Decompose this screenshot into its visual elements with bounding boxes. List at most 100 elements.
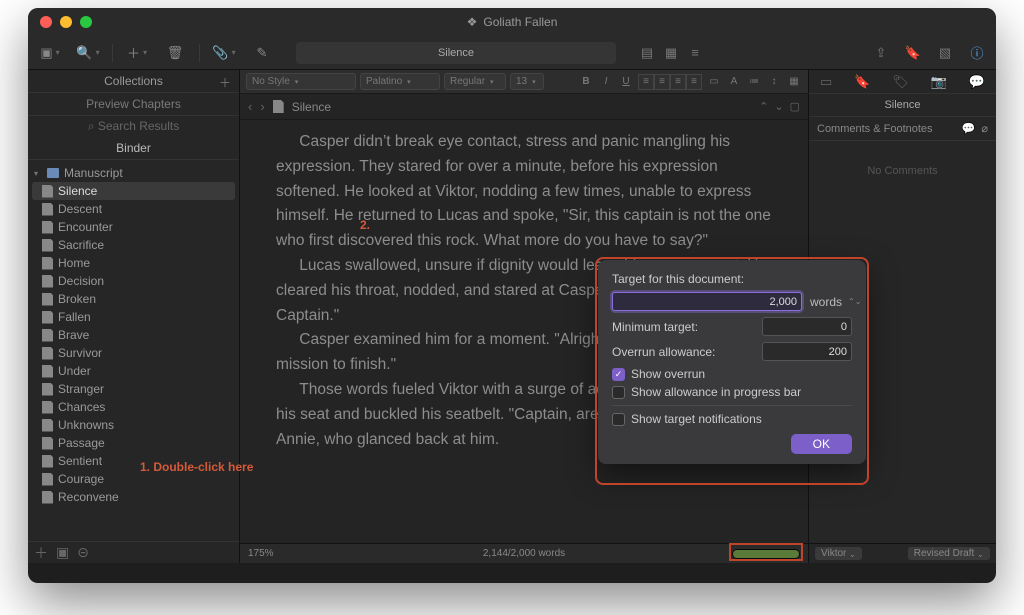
unit-select[interactable]: words xyxy=(810,295,852,309)
main-toolbar: ▣ 🔍 ＋ 🗑 📎 ✎ Silence ▤ ▦ ≡ ⇪ 🔖 ▧ ⓘ xyxy=(28,36,996,70)
underline-button[interactable]: U xyxy=(618,74,634,90)
min-target-input[interactable] xyxy=(762,317,852,336)
nav-back-button[interactable]: ‹ xyxy=(248,99,252,114)
split-button[interactable]: ▢ xyxy=(790,100,800,113)
inspector-toggle-icon[interactable]: ⓘ xyxy=(966,43,988,63)
target-input[interactable] xyxy=(612,292,802,311)
bookmarks-tab-icon[interactable]: 🔖 xyxy=(854,74,870,90)
view-outline-icon[interactable]: ≡ xyxy=(684,43,706,63)
binder-add-button[interactable]: ＋ xyxy=(34,543,48,563)
show-overrun-checkbox[interactable]: ✓Show overrun xyxy=(612,367,852,381)
tree-item[interactable]: Home xyxy=(28,254,239,272)
dialog-heading: Target for this document: xyxy=(612,272,852,286)
compose-button[interactable]: ✎ xyxy=(248,41,276,65)
editor-footer: 175% 2,144/2,000 words xyxy=(240,543,808,563)
inspector-doc-title: Silence xyxy=(809,94,996,117)
label-select[interactable]: Viktor xyxy=(815,547,862,560)
ok-button[interactable]: OK xyxy=(791,434,852,454)
view-mode-button[interactable]: ▣ xyxy=(36,41,64,65)
nav-up-button[interactable]: ⌃ xyxy=(759,100,768,113)
quick-search-pill[interactable]: Silence xyxy=(296,42,616,64)
image-icon[interactable]: ▧ xyxy=(934,43,956,63)
status-select[interactable]: Revised Draft xyxy=(908,547,990,560)
target-progress-bar[interactable] xyxy=(732,549,800,559)
highlight-button[interactable]: A xyxy=(726,74,742,90)
word-count[interactable]: 2,144/2,000 words xyxy=(483,548,565,559)
view-corkboard-icon[interactable]: ▦ xyxy=(660,43,682,63)
document-icon xyxy=(42,185,53,198)
app-doc-icon: ❖ xyxy=(467,15,478,29)
tree-item[interactable]: Unknowns xyxy=(28,416,239,434)
share-icon[interactable]: ⇪ xyxy=(870,43,892,63)
tree-item[interactable]: Reconvene xyxy=(28,488,239,506)
align-justify-button[interactable]: ≡ xyxy=(686,74,702,90)
metadata-tab-icon[interactable]: 🏷 xyxy=(892,74,909,90)
close-window-button[interactable] xyxy=(40,16,52,28)
size-select[interactable]: 13 xyxy=(510,73,544,90)
align-right-button[interactable]: ≡ xyxy=(670,74,686,90)
italic-button[interactable]: I xyxy=(598,74,614,90)
titlebar: ❖ Goliath Fallen xyxy=(28,8,996,36)
show-allowance-checkbox[interactable]: Show allowance in progress bar xyxy=(612,385,852,399)
tree-item[interactable]: Brave xyxy=(28,326,239,344)
tree-item[interactable]: Stranger xyxy=(28,380,239,398)
tree-item[interactable]: Silence xyxy=(32,182,235,200)
target-dialog: Target for this document: words Minimum … xyxy=(598,260,866,464)
document-icon xyxy=(273,100,284,113)
format-bar: No Style Palatino Regular 13 B I U ≡ ≡ ≡… xyxy=(240,70,808,94)
binder-folder-button[interactable]: ▣ xyxy=(56,544,69,561)
tree-item[interactable]: Under xyxy=(28,362,239,380)
tree-item[interactable]: Broken xyxy=(28,290,239,308)
tree-manuscript[interactable]: ▾Manuscript xyxy=(28,164,239,182)
overrun-input[interactable] xyxy=(762,342,852,361)
tree-item[interactable]: Decision xyxy=(28,272,239,290)
style-select[interactable]: No Style xyxy=(246,73,356,90)
align-left-button[interactable]: ≡ xyxy=(638,74,654,90)
search-button[interactable]: 🔍 xyxy=(74,41,102,65)
binder-tab-collections[interactable]: Collections xyxy=(104,74,163,88)
binder-gear-button[interactable]: ⊝ xyxy=(77,544,89,561)
add-button[interactable]: ＋ xyxy=(123,41,151,65)
table-button[interactable]: ▦ xyxy=(786,74,802,90)
tree-item[interactable]: Fallen xyxy=(28,308,239,326)
weight-select[interactable]: Regular xyxy=(444,73,506,90)
lists-button[interactable]: ≔ xyxy=(746,74,762,90)
binder-tree: ▾Manuscript Silence Descent Encounter Sa… xyxy=(28,160,239,541)
maximize-window-button[interactable] xyxy=(80,16,92,28)
tree-item[interactable]: Sentient xyxy=(28,452,239,470)
search-results-label[interactable]: Search Results xyxy=(98,119,179,133)
no-comments-label: No Comments xyxy=(867,165,937,543)
show-notifications-checkbox[interactable]: Show target notifications xyxy=(612,412,852,426)
footnote-toggle-icon[interactable]: ⌀ xyxy=(981,122,988,135)
snapshots-tab-icon[interactable]: 📷 xyxy=(931,74,947,90)
tree-item[interactable]: Sacrifice xyxy=(28,236,239,254)
align-center-button[interactable]: ≡ xyxy=(654,74,670,90)
font-select[interactable]: Palatino xyxy=(360,73,440,90)
binder-header: Binder xyxy=(28,137,239,160)
color-a-button[interactable]: ▭ xyxy=(706,74,722,90)
trash-button[interactable]: 🗑 xyxy=(161,41,189,65)
spacing-button[interactable]: ↕ xyxy=(766,74,782,90)
tree-item[interactable]: Encounter xyxy=(28,218,239,236)
bookmark-icon[interactable]: 🔖 xyxy=(902,43,924,63)
document-title: Silence xyxy=(292,100,331,114)
minimize-window-button[interactable] xyxy=(60,16,72,28)
tree-item[interactable]: Passage xyxy=(28,434,239,452)
tree-item[interactable]: Courage xyxy=(28,470,239,488)
add-collection-button[interactable]: ＋ xyxy=(219,74,231,91)
bold-button[interactable]: B xyxy=(578,74,594,90)
notes-tab-icon[interactable]: ▭ xyxy=(820,74,832,90)
nav-fwd-button[interactable]: › xyxy=(260,99,264,114)
binder-panel: Collections ＋ Preview Chapters ⌕ Search … xyxy=(28,70,240,563)
comment-toggle-icon[interactable]: 💬 xyxy=(962,122,976,135)
preview-chapters-row[interactable]: Preview Chapters xyxy=(28,93,239,116)
nav-down-button[interactable]: ⌄ xyxy=(774,100,783,113)
tree-item[interactable]: Descent xyxy=(28,200,239,218)
window-title: Goliath Fallen xyxy=(483,15,557,29)
comments-tab-icon[interactable]: 💬 xyxy=(969,74,985,90)
view-document-icon[interactable]: ▤ xyxy=(636,43,658,63)
attachment-button[interactable]: 📎 xyxy=(210,41,238,65)
tree-item[interactable]: Chances xyxy=(28,398,239,416)
tree-item[interactable]: Survivor xyxy=(28,344,239,362)
zoom-level[interactable]: 175% xyxy=(248,548,274,559)
